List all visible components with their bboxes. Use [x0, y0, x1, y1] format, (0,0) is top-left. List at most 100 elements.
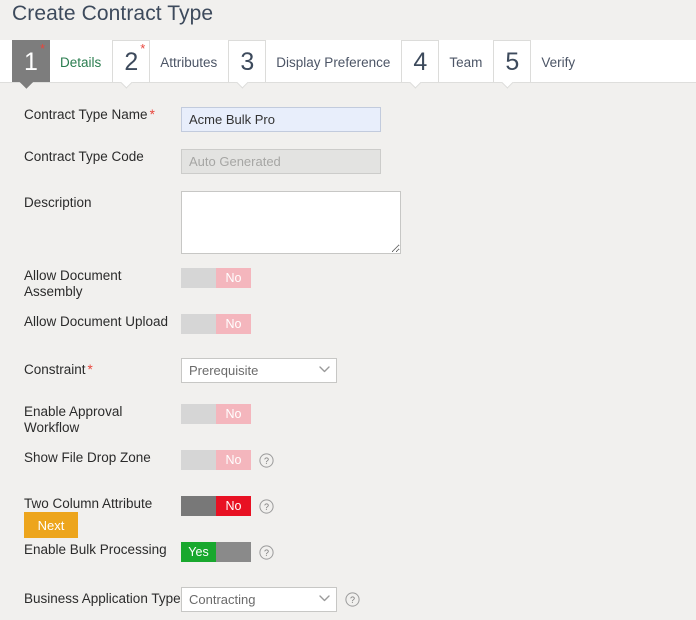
row-business-application-type: Business Application Type Contracting ? — [0, 587, 696, 620]
allow-document-upload-toggle[interactable]: No — [181, 314, 251, 334]
label-allow-document-assembly: Allow Document Assembly — [24, 268, 122, 299]
field-show-file-drop-zone: No ? — [181, 450, 696, 470]
step-badge-point-3 — [228, 82, 266, 97]
page-title: Create Contract Type — [12, 2, 214, 25]
toggle-state-label: No — [216, 450, 251, 470]
step-badge-point-5 — [493, 82, 531, 97]
toggle-knob — [216, 542, 251, 562]
step-badge-3: 3 — [228, 40, 267, 82]
label-contract-type-name: Contract Type Name * — [0, 107, 181, 123]
wizard-step-details[interactable]: 1 * Details — [12, 40, 112, 82]
step-badge-4: 4 — [401, 40, 440, 82]
row-enable-approval-workflow: Enable Approval Workflow No — [0, 404, 696, 437]
field-allow-document-assembly: No — [181, 268, 696, 288]
row-two-column-attribute-layout: Two Column Attribute Layout No ? — [0, 496, 696, 529]
label-enable-bulk-processing: Enable Bulk Processing — [24, 542, 167, 557]
step-number-4: 4 — [413, 48, 428, 76]
enable-bulk-processing-toggle[interactable]: Yes — [181, 542, 251, 562]
two-column-attribute-layout-toggle[interactable]: No — [181, 496, 251, 516]
label-allow-document-upload: Allow Document Upload — [24, 314, 169, 329]
svg-text:?: ? — [264, 502, 269, 512]
help-circle-icon[interactable]: ? — [259, 498, 274, 514]
business-application-type-select[interactable]: Contracting — [181, 587, 337, 612]
wizard-steps-list: 1 * Details 2 * Attributes 3 Display Pre… — [12, 40, 586, 82]
row-constraint: Constraint * Prerequisite — [0, 358, 696, 391]
row-show-file-drop-zone: Show File Drop Zone No ? — [0, 450, 696, 483]
label-text-constraint: Constraint — [24, 362, 86, 377]
toggle-state-label: No — [216, 268, 251, 288]
row-description: Description — [0, 191, 696, 254]
enable-approval-workflow-toggle[interactable]: No — [181, 404, 251, 424]
description-textarea[interactable] — [181, 191, 401, 254]
toggle-knob — [181, 496, 216, 516]
toggle-knob — [181, 314, 216, 334]
contract-type-code-input — [181, 149, 381, 174]
row-allow-document-upload: Allow Document Upload No — [0, 314, 696, 347]
field-contract-type-code — [181, 149, 696, 174]
constraint-select[interactable]: Prerequisite — [181, 358, 337, 383]
toggle-state-label: No — [216, 404, 251, 424]
step-badge-2: 2 * — [112, 40, 151, 82]
field-contract-type-name — [181, 107, 696, 132]
step-required-asterisk-2: * — [140, 41, 146, 56]
help-circle-icon[interactable]: ? — [345, 592, 360, 607]
step-badge-point-1 — [12, 82, 50, 97]
allow-document-assembly-toggle[interactable]: No — [181, 268, 251, 288]
step-number-5: 5 — [505, 48, 520, 76]
business-application-type-select-wrap: Contracting — [181, 587, 337, 612]
step-number-2: 2 — [124, 48, 139, 76]
help-circle-icon[interactable]: ? — [259, 544, 274, 560]
step-label-team: Team — [449, 54, 483, 70]
step-badge-point-4 — [401, 82, 439, 97]
step-badge-point-2 — [112, 82, 150, 97]
row-allow-document-assembly: Allow Document Assembly No — [0, 268, 696, 301]
toggle-state-label: Yes — [181, 542, 216, 562]
required-asterisk-contract-type-name: * — [149, 107, 155, 122]
field-enable-bulk-processing: Yes ? — [181, 542, 696, 562]
wizard-step-attributes[interactable]: 2 * Attributes — [112, 40, 228, 82]
row-contract-type-name: Contract Type Name * — [0, 107, 696, 140]
label-constraint: Constraint * — [0, 358, 181, 378]
step-label-verify: Verify — [541, 54, 576, 70]
wizard-step-strip: 1 * Details 2 * Attributes 3 Display Pre… — [0, 40, 696, 83]
wizard-step-verify[interactable]: 5 Verify — [493, 40, 586, 82]
svg-text:?: ? — [350, 595, 355, 605]
contract-type-name-input[interactable] — [181, 107, 381, 132]
next-button[interactable]: Next — [24, 512, 78, 538]
row-enable-bulk-processing: Enable Bulk Processing Yes ? — [0, 542, 696, 575]
label-contract-type-code: Contract Type Code — [24, 149, 144, 164]
label-show-file-drop-zone: Show File Drop Zone — [24, 450, 151, 465]
label-enable-approval-workflow: Enable Approval Workflow — [24, 404, 123, 435]
toggle-knob — [181, 268, 216, 288]
contract-type-form: Contract Type Name* Contract Type Code D… — [0, 82, 696, 620]
toggle-state-label: No — [216, 496, 251, 516]
field-description — [181, 191, 696, 254]
svg-text:?: ? — [264, 456, 269, 466]
toggle-knob — [181, 450, 216, 470]
label-text-contract-type-name: Contract Type Name — [24, 107, 148, 122]
field-allow-document-upload: No — [181, 314, 696, 334]
step-label-display-preference: Display Preference — [276, 54, 391, 70]
step-badge-5: 5 — [493, 40, 532, 82]
step-number-3: 3 — [240, 48, 255, 76]
field-business-application-type: Contracting ? — [181, 587, 696, 612]
row-contract-type-code: Contract Type Code — [0, 149, 696, 182]
field-two-column-attribute-layout: No ? — [181, 496, 696, 516]
wizard-step-display-preference[interactable]: 3 Display Preference — [228, 40, 401, 82]
svg-text:?: ? — [264, 548, 269, 558]
wizard-step-team[interactable]: 4 Team — [401, 40, 493, 82]
step-badge-1: 1 * — [12, 40, 50, 82]
toggle-knob — [181, 404, 216, 424]
toggle-state-label: No — [216, 314, 251, 334]
step-label-details: Details — [60, 54, 102, 70]
step-required-asterisk-1: * — [39, 41, 45, 56]
label-business-application-type: Business Application Type — [24, 591, 181, 606]
label-description: Description — [24, 195, 92, 210]
help-circle-icon[interactable]: ? — [259, 452, 274, 468]
step-number-1: 1 — [24, 48, 38, 76]
field-constraint: Prerequisite — [181, 358, 696, 383]
required-asterisk-constraint: * — [87, 362, 93, 377]
show-file-drop-zone-toggle[interactable]: No — [181, 450, 251, 470]
field-enable-approval-workflow: No — [181, 404, 696, 424]
step-label-attributes: Attributes — [160, 54, 218, 70]
